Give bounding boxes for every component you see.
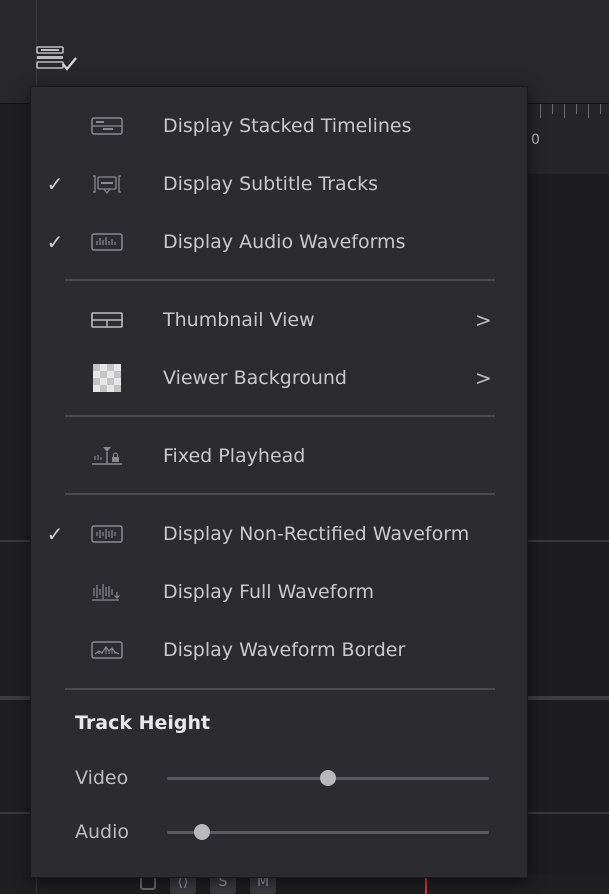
- ruler-timecode-label: 0: [531, 132, 540, 148]
- menu-item-display-waveform-border[interactable]: Display Waveform Border: [31, 627, 527, 673]
- menu-item-display-subtitle-tracks[interactable]: ✓ Display Subtitle Tracks: [31, 161, 527, 207]
- ruler-tick: [600, 104, 601, 114]
- menu-item-label: Display Non-Rectified Waveform: [163, 523, 470, 545]
- submenu-arrow-icon: >: [475, 366, 492, 390]
- video-height-label: Video: [75, 767, 129, 789]
- menu-item-label: Display Subtitle Tracks: [163, 173, 379, 195]
- subtitle-tracks-icon: [87, 170, 127, 198]
- ruler-tick: [576, 104, 577, 114]
- menu-separator: [65, 493, 495, 495]
- menu-separator: [65, 688, 495, 690]
- timeline-track-area[interactable]: [528, 174, 609, 874]
- ruler-tick: [588, 104, 589, 118]
- menu-item-thumbnail-view[interactable]: Thumbnail View >: [31, 297, 527, 343]
- waveform-border-icon: [87, 636, 127, 664]
- ruler-tick: [540, 104, 541, 118]
- ruler-tick: [564, 104, 565, 118]
- audio-height-slider-thumb[interactable]: [194, 824, 211, 840]
- menu-item-fixed-playhead[interactable]: Fixed Playhead: [31, 433, 527, 479]
- video-height-slider[interactable]: [167, 770, 489, 786]
- menu-item-display-non-rectified-waveform[interactable]: ✓ Display Non-Rectified Waveform: [31, 511, 527, 557]
- audio-height-slider[interactable]: [167, 824, 489, 840]
- audio-height-label: Audio: [75, 821, 130, 843]
- ruler-tick: [552, 104, 553, 114]
- timeline-view-options-button[interactable]: [30, 42, 80, 76]
- non-rectified-waveform-icon: [87, 520, 127, 548]
- checkerboard-icon: [87, 364, 127, 392]
- menu-item-label: Fixed Playhead: [163, 445, 306, 467]
- menu-separator: [65, 415, 495, 417]
- checkmark-icon: ✓: [46, 230, 64, 254]
- submenu-arrow-icon: >: [475, 308, 492, 332]
- stacked-timelines-icon: [87, 112, 127, 140]
- menu-item-display-full-waveform[interactable]: Display Full Waveform: [31, 569, 527, 615]
- checkmark-icon: ✓: [46, 522, 64, 546]
- menu-item-viewer-background[interactable]: Viewer Background >: [31, 355, 527, 401]
- menu-item-display-stacked-timelines[interactable]: Display Stacked Timelines: [31, 103, 527, 149]
- track-height-title: Track Height: [75, 712, 211, 734]
- full-waveform-icon: [87, 578, 127, 606]
- menu-item-label: Display Stacked Timelines: [163, 115, 412, 137]
- fixed-playhead-icon: [87, 442, 127, 470]
- menu-item-display-audio-waveforms[interactable]: ✓ Display Audio Waveforms: [31, 219, 527, 265]
- menu-item-label: Viewer Background: [163, 367, 347, 389]
- timeline-view-options-menu: Display Stacked Timelines ✓ Display Subt…: [30, 86, 528, 878]
- checkmark-icon: ✓: [46, 172, 64, 196]
- timeline-view-options-icon: [36, 46, 77, 71]
- menu-item-label: Display Full Waveform: [163, 581, 375, 603]
- menu-item-label: Display Waveform Border: [163, 639, 406, 661]
- menu-item-label: Thumbnail View: [163, 309, 315, 331]
- thumbnail-view-icon: [87, 306, 127, 334]
- video-height-slider-thumb[interactable]: [320, 770, 336, 786]
- audio-waveforms-icon: [87, 228, 127, 256]
- menu-item-label: Display Audio Waveforms: [163, 231, 406, 253]
- menu-separator: [65, 279, 495, 281]
